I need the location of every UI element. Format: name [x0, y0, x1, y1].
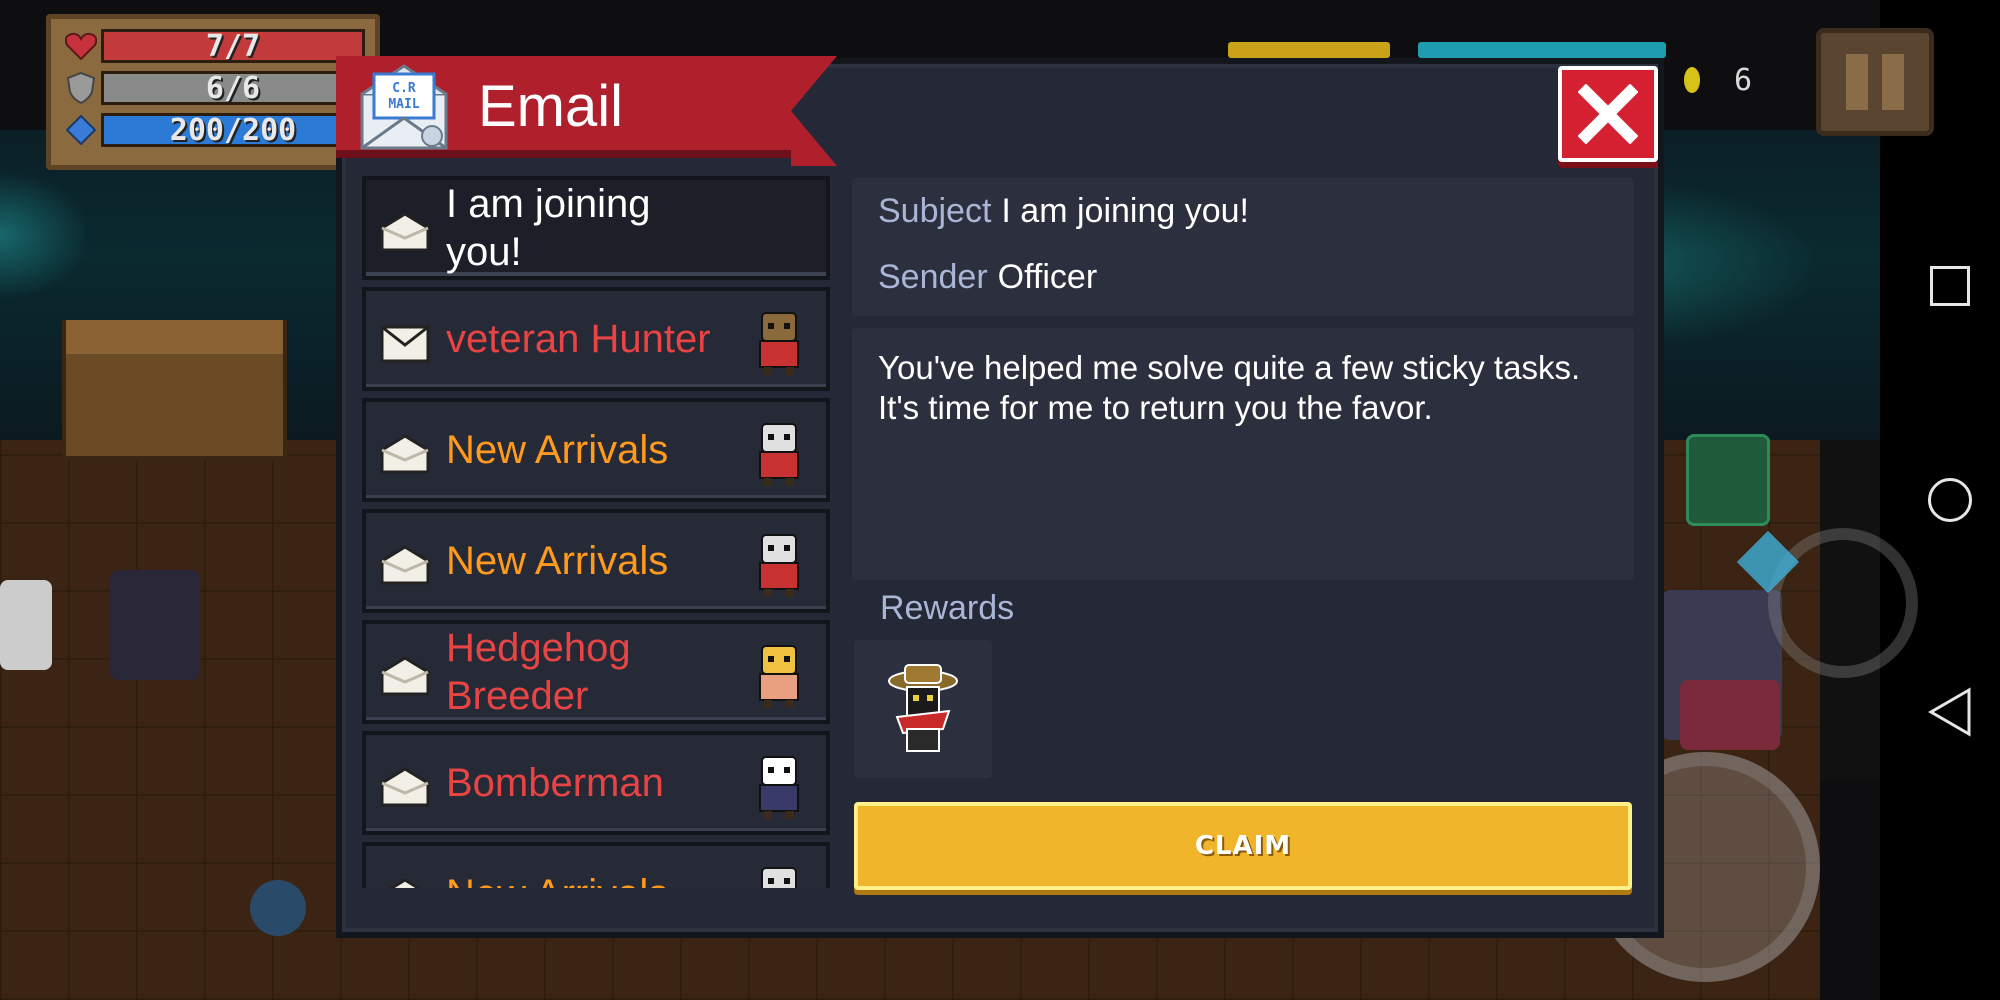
health-value: 7/7 — [205, 28, 261, 64]
back-button[interactable] — [1920, 682, 1980, 742]
status-bar-yellow — [1228, 42, 1390, 58]
email-list-item[interactable]: New Arrivals — [362, 398, 830, 502]
sender-value: Officer — [997, 258, 1098, 296]
pause-icon — [1846, 54, 1868, 110]
envelope-icon — [380, 323, 430, 363]
email-body: You've helped me solve quite a few stick… — [852, 328, 1634, 580]
open-envelope-icon — [380, 212, 430, 252]
cupid-icon — [744, 638, 814, 710]
subject-row: Subject I am joining you! — [878, 192, 1249, 231]
svg-text:C.R: C.R — [392, 81, 416, 96]
open-envelope-icon — [380, 878, 430, 888]
health-row: 7/7 — [61, 27, 365, 65]
header-banner-tip — [791, 56, 837, 166]
email-header: C.R MAIL Email — [336, 56, 837, 166]
email-list-item[interactable]: veteran Hunter — [362, 287, 830, 391]
sender-row: Sender Officer — [878, 258, 1097, 297]
background-character — [110, 570, 200, 680]
energy-value: 200/200 — [169, 112, 297, 148]
status-bar-cyan — [1418, 42, 1666, 58]
home-button[interactable] — [1920, 470, 1980, 530]
coin-icon — [1684, 67, 1700, 93]
shield-icon — [61, 71, 101, 105]
subject-label: Subject — [878, 192, 992, 230]
rewards-title: Rewards — [880, 589, 1015, 627]
background-pot — [250, 880, 306, 936]
player-stats-panel: 7/7 6/6 200/200 — [46, 14, 380, 170]
armor-bar: 6/6 — [101, 70, 365, 106]
background-desk — [1680, 680, 1780, 750]
email-list-item-label: Bomberman — [446, 761, 664, 805]
open-envelope-icon — [380, 434, 430, 474]
energy-bar: 200/200 — [101, 112, 365, 148]
mail-logo-icon: C.R MAIL — [358, 64, 450, 152]
bomber-icon — [744, 749, 814, 821]
officer-character-icon — [888, 664, 958, 752]
pause-button[interactable] — [1816, 28, 1934, 136]
subject-value: I am joining you! — [1001, 192, 1249, 230]
email-list-item-label: New Arrivals — [446, 428, 669, 472]
email-list-item[interactable]: New Arrivals — [362, 509, 830, 613]
background-sign — [0, 580, 52, 670]
hunter-icon — [744, 305, 814, 377]
email-meta: Subject I am joining you! Sender Officer — [852, 178, 1634, 316]
claim-button[interactable]: CLAIM — [854, 802, 1632, 890]
background-table — [62, 320, 287, 460]
recent-apps-button[interactable] — [1920, 256, 1980, 316]
sender-label: Sender — [878, 258, 988, 296]
heart-icon — [61, 29, 101, 63]
reward-slot[interactable] — [854, 640, 992, 778]
email-list-item[interactable]: New Arrivals — [362, 842, 830, 888]
weapon-switch-button[interactable] — [1768, 528, 1918, 678]
cat-knight-icon — [744, 416, 814, 488]
email-list-item[interactable]: Bomberman — [362, 731, 830, 835]
email-list-item-label: veteran Hunter — [446, 317, 711, 361]
circle-icon — [1928, 478, 1972, 522]
coin-count: 6 — [1734, 62, 1753, 98]
email-list-item[interactable]: I am joining you! — [362, 176, 830, 280]
email-list-item-label: Hedgehog Breeder — [446, 626, 631, 718]
energy-row: 200/200 — [61, 111, 365, 149]
email-list[interactable]: I am joining you! veteran Hunter New Arriv… — [362, 176, 832, 888]
coin-counter: 6 — [1684, 58, 1752, 102]
background-glow — [0, 170, 90, 300]
close-icon — [1578, 84, 1638, 144]
email-list-item[interactable]: Hedgehog Breeder — [362, 620, 830, 724]
cat-knight-icon — [744, 860, 814, 888]
email-title: Email — [478, 74, 624, 139]
email-list-item-label: New Arrivals — [446, 846, 736, 888]
open-envelope-icon — [380, 767, 430, 807]
armor-value: 6/6 — [205, 70, 261, 106]
open-envelope-icon — [380, 656, 430, 696]
armor-row: 6/6 — [61, 69, 365, 107]
email-list-item-label: I am joining you! — [446, 182, 651, 274]
diamond-icon — [61, 113, 101, 147]
square-icon — [1930, 266, 1970, 306]
back-triangle-icon — [1928, 687, 1971, 737]
background-terminal — [1686, 434, 1770, 526]
health-bar: 7/7 — [101, 28, 365, 64]
pause-icon — [1882, 54, 1904, 110]
svg-text:MAIL: MAIL — [388, 97, 419, 112]
close-button[interactable] — [1558, 66, 1658, 162]
email-list-item-label: New Arrivals — [446, 539, 669, 583]
open-envelope-icon — [380, 545, 430, 585]
cat-knight-icon — [744, 527, 814, 599]
